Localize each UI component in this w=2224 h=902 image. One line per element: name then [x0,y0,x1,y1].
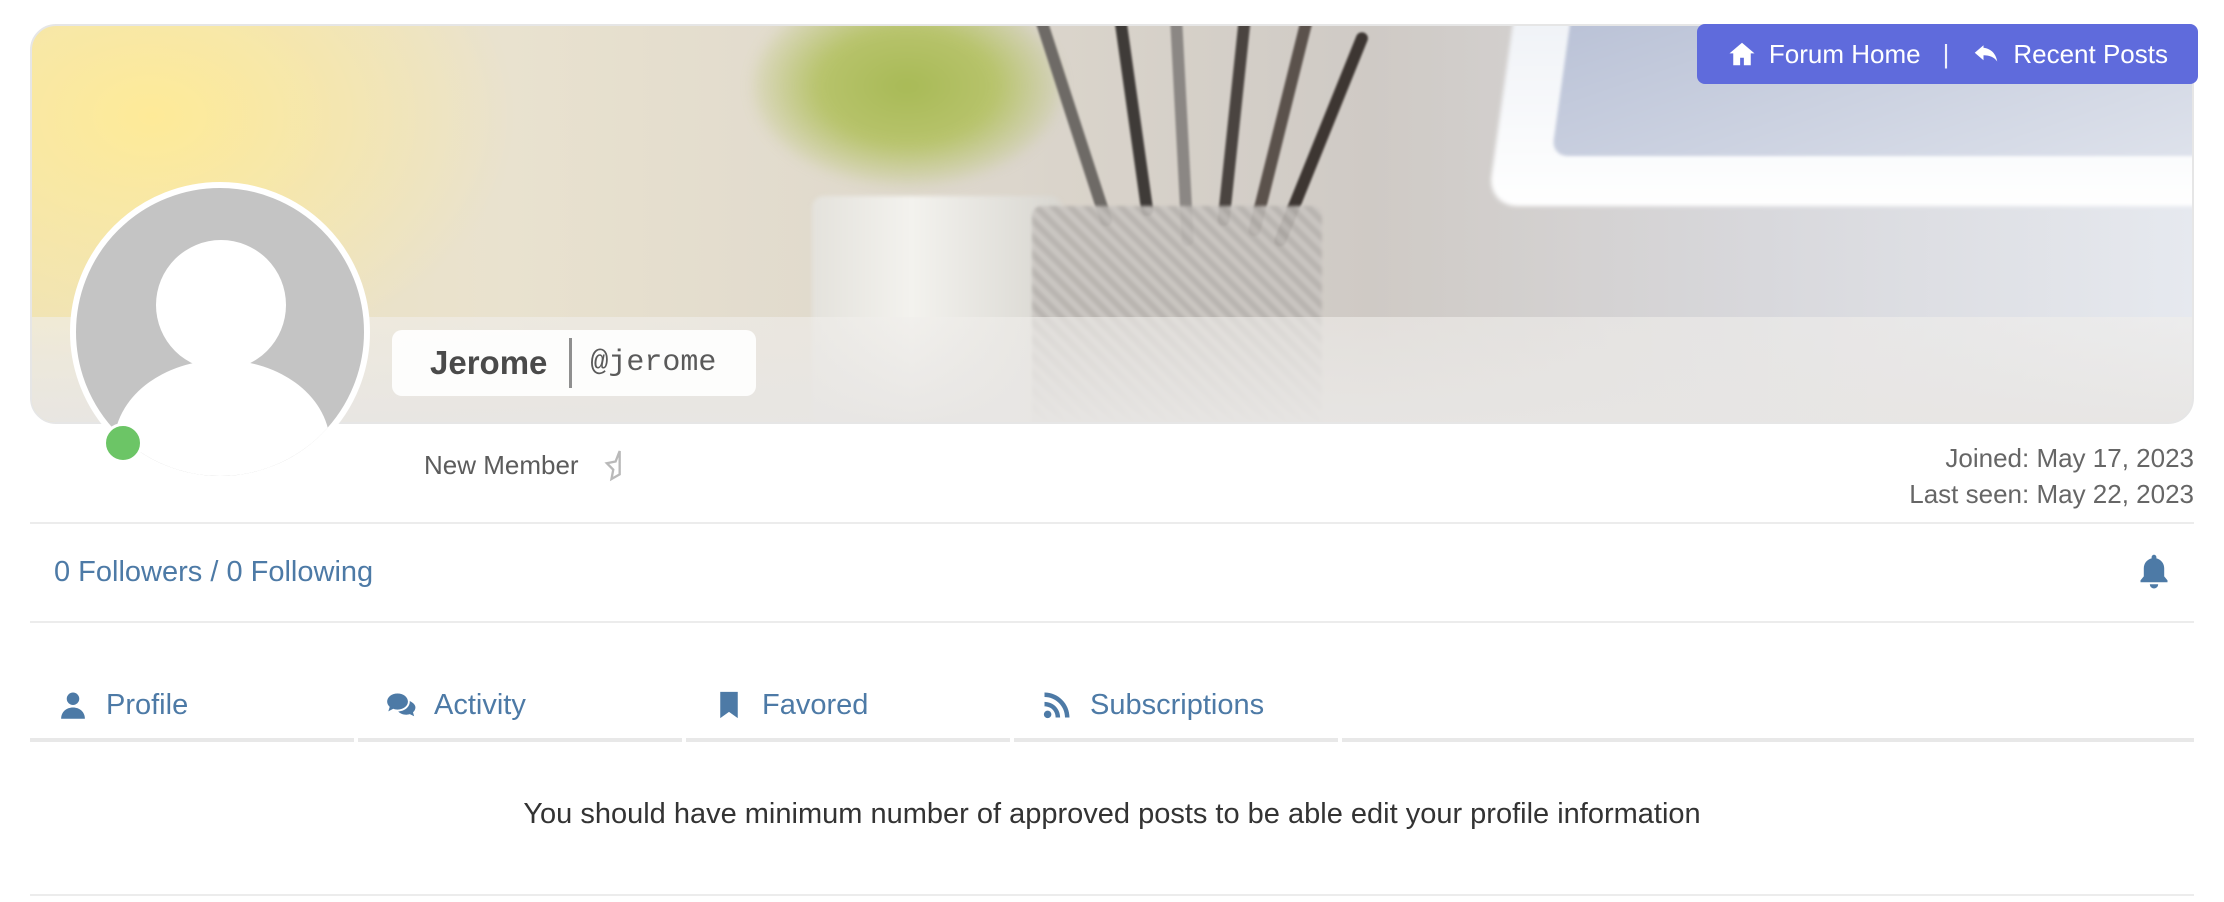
forum-home-label: Forum Home [1768,38,1921,69]
user-icon [61,692,85,719]
subscribe-bell-button[interactable] [2136,552,2172,592]
divider-line [30,621,2194,623]
profile-edit-notice: You should have minimum number of approv… [523,798,1701,830]
bell-icon [2140,554,2168,589]
following-link[interactable]: 0 Following [226,556,373,588]
username: @jerome [590,346,717,380]
divider-line [30,894,2194,896]
display-name: Jerome [430,344,548,381]
tab-activity[interactable]: Activity [358,672,682,742]
name-card: Jerome @jerome [392,330,757,396]
follow-separator: / [202,556,227,588]
name-divider [569,338,573,388]
tab-label: Activity [434,688,526,721]
tab-label: Subscriptions [1090,688,1265,721]
tab-profile[interactable]: Profile [30,672,354,742]
half-star-icon [604,450,621,482]
top-nav: Forum Home | Recent Posts [1696,24,2198,84]
bookmark-icon [720,691,738,719]
tab-favored[interactable]: Favored [686,672,1010,742]
recent-posts-label: Recent Posts [2013,38,2168,69]
home-icon [1729,42,1755,66]
tab-label: Profile [106,688,189,721]
rank-label: New Member [424,449,579,480]
avatar-head-silhouette [156,240,286,370]
follow-stats: 0 Followers / 0 Following [54,556,373,589]
member-rank: New Member [424,448,629,482]
rss-icon [1043,692,1070,719]
avatar-body-silhouette [114,360,330,476]
recent-posts-link[interactable]: Recent Posts [1971,39,2168,70]
tab-label: Favored [762,688,869,721]
comments-icon [387,693,416,717]
member-dates: Joined: May 17, 2023 Last seen: May 22, … [1909,440,2194,512]
divider-line [30,522,2194,524]
cover-plant [752,26,1062,186]
tabs-filler [1342,672,2194,742]
last-seen-date: Last seen: May 22, 2023 [1909,479,2194,509]
online-status-dot [103,423,143,463]
forum-home-link[interactable]: Forum Home [1727,39,1921,70]
cover-pencil [1217,26,1254,227]
reply-icon [1975,45,1998,62]
profile-page: Forum Home | Recent Posts Jerome @jerome… [0,0,2224,902]
cover-pencil [1110,26,1154,217]
profile-tabs: Profile Activity Favored Subscriptions [30,672,2194,742]
tab-subscriptions[interactable]: Subscriptions [1014,672,1338,742]
joined-date: Joined: May 17, 2023 [1945,443,2194,473]
followers-link[interactable]: 0 Followers [54,556,202,588]
nav-separator: | [1942,38,1950,69]
